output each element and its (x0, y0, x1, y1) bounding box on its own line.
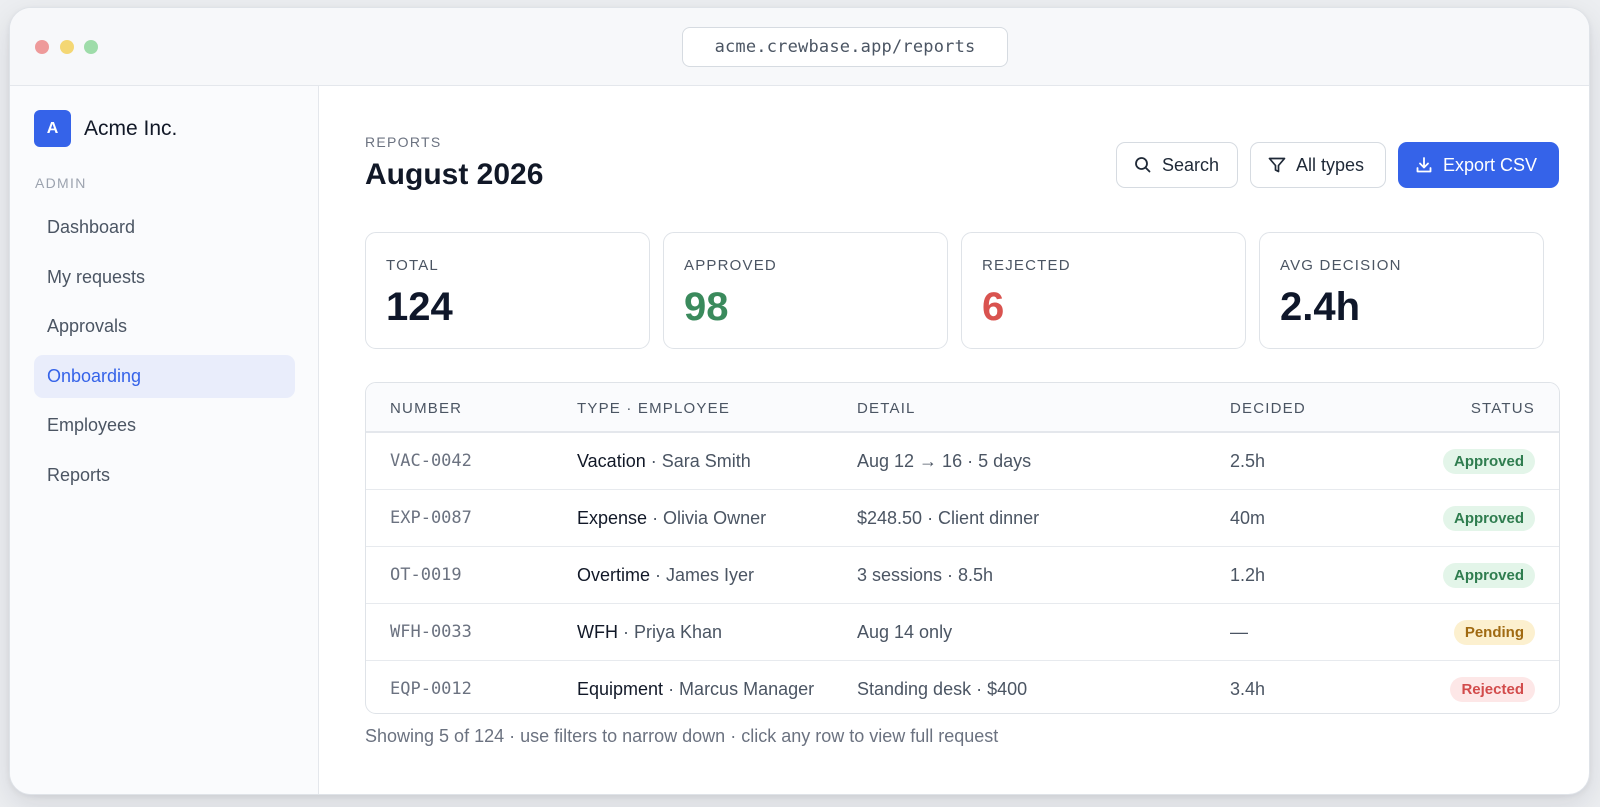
page-title: August 2026 (365, 158, 544, 191)
table-header: NUMBER TYPE · EMPLOYEE DETAIL DECIDED ST… (366, 383, 1559, 433)
sidebar-section-label: ADMIN (35, 175, 87, 191)
table-body: VAC-0042 Vacation · Sara Smith Aug 12 → 16… (366, 433, 1559, 713)
sidebar-item-onboarding[interactable]: Onboarding (34, 354, 295, 398)
type-employee-cell: Overtime · James Iyer (577, 565, 754, 586)
status-badge: Approved (1442, 449, 1535, 474)
main-content: REPORTS August 2026 Search All types Exp… (320, 86, 1589, 794)
page-eyebrow: REPORTS (365, 134, 442, 150)
sidebar-item-dashboard[interactable]: Dashboard (34, 206, 295, 249)
browser-window: acme.crewbase.app/reports A Acme Inc. AD… (9, 7, 1590, 795)
stat-card-total: TOTAL 124 (365, 232, 650, 349)
stat-card-approved: APPROVED 98 (663, 232, 948, 349)
minimize-window-dot[interactable] (60, 40, 74, 54)
request-type: WFH (577, 622, 618, 642)
search-button[interactable]: Search (1116, 142, 1238, 188)
sidebar-item-reports[interactable]: Reports (34, 454, 295, 497)
stat-card-rejected: REJECTED 6 (961, 232, 1246, 349)
column-header-decided[interactable]: DECIDED (1230, 400, 1306, 417)
table-row[interactable]: EQP-0012 Equipment · Marcus Manager Standi… (366, 661, 1559, 713)
brand-logo: A (34, 110, 71, 147)
stat-label: REJECTED (982, 257, 1071, 274)
stat-value: 2.4h (1280, 285, 1361, 329)
stat-label: TOTAL (386, 257, 439, 274)
request-type: Overtime (577, 565, 651, 585)
decided-time: 3.4h (1230, 679, 1266, 699)
request-number: OT-0019 (390, 565, 462, 585)
request-number: EQP-0012 (390, 679, 472, 699)
column-header-number[interactable]: NUMBER (390, 400, 462, 417)
stat-value: 98 (684, 285, 729, 329)
reports-table: NUMBER TYPE · EMPLOYEE DETAIL DECIDED ST… (365, 382, 1560, 714)
status-badge: Rejected (1450, 677, 1535, 702)
sidebar-item-employees[interactable]: Employees (34, 404, 295, 447)
employee-name: · Priya Khan (617, 622, 723, 642)
status-badge: Approved (1442, 563, 1535, 588)
footer-note: Showing 5 of 124 · use filters to narrow… (365, 726, 999, 746)
stat-label: AVG DECISION (1280, 257, 1402, 274)
decided-time: 2.5h (1230, 451, 1266, 471)
download-icon (1414, 155, 1434, 175)
request-type: Equipment (577, 679, 664, 699)
type-employee-cell: Equipment · Marcus Manager (577, 679, 814, 700)
request-detail: Standing desk · $400 (857, 679, 1028, 699)
stat-value: 124 (386, 285, 453, 329)
request-detail: $248.50 · Client dinner (857, 508, 1040, 528)
request-type: Vacation (577, 451, 646, 471)
close-window-dot[interactable] (35, 40, 49, 54)
stat-value: 6 (982, 285, 1005, 329)
export-csv-button[interactable]: Export CSV (1398, 142, 1559, 188)
decided-time: 1.2h (1230, 565, 1266, 585)
employee-name: · Sara Smith (645, 451, 751, 471)
sidebar-item-approvals[interactable]: Approvals (34, 305, 295, 348)
request-detail: Aug 14 only (857, 622, 953, 642)
brand: A Acme Inc. (34, 110, 177, 147)
employee-name: · Olivia Owner (647, 508, 767, 528)
sidebar-nav: Dashboard My requests Approvals Onboarding E… (34, 206, 295, 503)
employee-name: · James Iyer (650, 565, 755, 585)
type-filter-button[interactable]: All types (1250, 142, 1386, 188)
search-icon (1133, 155, 1153, 175)
stat-label: APPROVED (684, 257, 777, 274)
maximize-window-dot[interactable] (84, 40, 98, 54)
type-employee-cell: Vacation · Sara Smith (577, 451, 751, 472)
request-type: Expense (577, 508, 648, 528)
column-header-type-employee[interactable]: TYPE · EMPLOYEE (577, 400, 730, 417)
table-row[interactable]: WFH-0033 WFH · Priya Khan Aug 14 only — Pend… (366, 604, 1559, 661)
request-number: WFH-0033 (390, 622, 472, 642)
column-header-detail[interactable]: DETAIL (857, 400, 916, 417)
stat-card-avg-decision: AVG DECISION 2.4h (1259, 232, 1544, 349)
url-bar[interactable]: acme.crewbase.app/reports (682, 27, 1008, 67)
sidebar-item-my-requests[interactable]: My requests (34, 256, 295, 299)
title-bar: acme.crewbase.app/reports (10, 8, 1589, 86)
type-filter-label: All types (1296, 154, 1365, 175)
filter-icon (1267, 155, 1287, 175)
type-employee-cell: WFH · Priya Khan (577, 622, 722, 643)
decided-time: — (1230, 622, 1248, 642)
sidebar: A Acme Inc. ADMIN Dashboard My requests Ap… (10, 86, 319, 794)
decided-time: 40m (1230, 508, 1266, 528)
request-detail: Aug 12 → 16 · 5 days (857, 451, 1032, 471)
brand-name: Acme Inc. (84, 116, 178, 140)
employee-name: · Marcus Manager (663, 679, 815, 699)
request-number: VAC-0042 (390, 451, 472, 471)
status-badge: Pending (1453, 620, 1535, 645)
request-detail: 3 sessions · 8.5h (857, 565, 994, 585)
export-csv-label: Export CSV (1443, 154, 1538, 175)
type-employee-cell: Expense · Olivia Owner (577, 508, 766, 529)
request-number: EXP-0087 (390, 508, 472, 528)
search-button-label: Search (1162, 154, 1220, 175)
status-badge: Approved (1442, 506, 1535, 531)
column-header-status[interactable]: STATUS (1471, 400, 1535, 417)
table-row[interactable]: VAC-0042 Vacation · Sara Smith Aug 12 → 16… (366, 433, 1559, 490)
table-row[interactable]: EXP-0087 Expense · Olivia Owner $248.50 · … (366, 490, 1559, 547)
table-row[interactable]: OT-0019 Overtime · James Iyer 3 sessions ·… (366, 547, 1559, 604)
